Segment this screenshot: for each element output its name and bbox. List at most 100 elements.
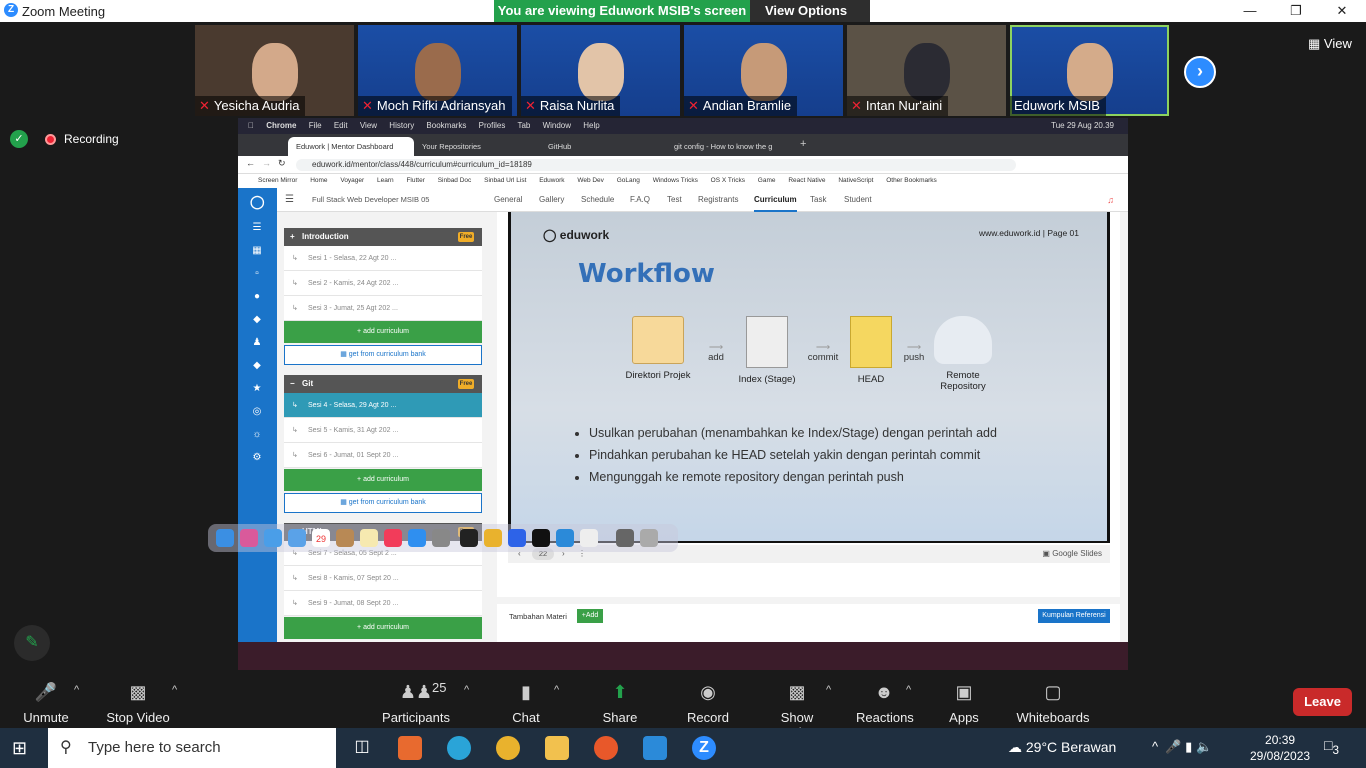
settings-icon[interactable]: ⚙	[250, 452, 264, 464]
zoom-app-icon[interactable]	[508, 529, 526, 547]
menu-schedule[interactable]: Schedule	[581, 188, 614, 212]
calendar-icon[interactable]: 29	[312, 529, 330, 547]
calendar-icon[interactable]: ▦	[250, 245, 264, 257]
participant-tile[interactable]: ✕ Andian Bramlie	[684, 25, 843, 116]
chat-icon[interactable]: ▫	[250, 268, 264, 280]
caret-up-icon[interactable]: ^	[74, 684, 79, 696]
restore-icon[interactable]: ❐	[1273, 0, 1319, 22]
google-slides-link[interactable]: ▣ Google Slides	[1042, 545, 1102, 563]
globe-icon[interactable]: ◎	[250, 406, 264, 418]
browser-tab[interactable]: Your Repositories	[414, 137, 540, 156]
vscode-icon[interactable]	[556, 529, 574, 547]
menu-general[interactable]: General	[494, 188, 522, 212]
zoom-taskbar-icon[interactable]: Z	[692, 736, 716, 760]
bookmark-item[interactable]: Other Bookmarks	[886, 177, 937, 184]
chat-button[interactable]: ▮ Chat	[506, 682, 546, 725]
annotate-pencil-icon[interactable]: ✎	[14, 625, 50, 661]
add-material-button[interactable]: +Add	[577, 609, 603, 623]
bookmark-item[interactable]: Flutter	[406, 177, 424, 184]
menu-test[interactable]: Test	[667, 188, 682, 212]
chrome-icon[interactable]	[496, 736, 520, 760]
users-icon[interactable]: ●	[250, 291, 264, 303]
record-button[interactable]: ◉ Record	[686, 682, 730, 725]
session-item[interactable]: ↳ Sesi 5 - Kamis, 31 Agt 202 ...	[284, 418, 482, 443]
kumpulan-referensi-button[interactable]: Kumpulan Referensi	[1038, 609, 1110, 623]
section-header-git[interactable]: − Git Free	[284, 375, 482, 393]
session-item[interactable]: ↳ Sesi 2 - Kamis, 24 Agt 202 ...	[284, 271, 482, 296]
reload-icon[interactable]: ↻	[278, 158, 286, 169]
stop-video-button[interactable]: ▩ Stop Video	[104, 682, 172, 725]
vscode-icon[interactable]	[643, 736, 667, 760]
caret-up-icon[interactable]: ^	[172, 684, 177, 696]
back-icon[interactable]: ←	[246, 158, 255, 168]
view-options-button[interactable]: View Options ⌄	[750, 0, 870, 40]
menu-gallery[interactable]: Gallery	[539, 188, 564, 212]
bookmark-item[interactable]: React Native	[788, 177, 825, 184]
session-item[interactable]: ↳ Sesi 3 - Jumat, 25 Agt 202 ...	[284, 296, 482, 321]
bookmark-item[interactable]: Eduwork	[539, 177, 564, 184]
minimize-icon[interactable]: —	[1227, 0, 1273, 22]
bookmark-item[interactable]: GoLang	[617, 177, 640, 184]
list-icon[interactable]: ☰	[250, 222, 264, 234]
add-curriculum-button[interactable]: + add curriculum	[284, 321, 482, 343]
weather-widget[interactable]: ☁ 29°C Berawan	[1008, 739, 1116, 756]
podcast-icon[interactable]	[460, 529, 478, 547]
security-shield-icon[interactable]: ✓	[10, 130, 28, 148]
notification-center-icon[interactable]: □3	[1324, 737, 1339, 757]
textedit-icon[interactable]	[580, 529, 598, 547]
unmute-button[interactable]: 🎤 Unmute	[18, 682, 74, 725]
support-icon[interactable]: ☼	[250, 429, 264, 441]
bookmark-item[interactable]: Home	[310, 177, 327, 184]
address-bar[interactable]: eduwork.id/mentor/class/448/curriculum#c…	[296, 159, 1016, 171]
menu-task[interactable]: Task	[810, 188, 826, 212]
session-item[interactable]: ↳ Sesi 9 - Jumat, 08 Sept 20 ...	[284, 591, 482, 616]
file-explorer-icon[interactable]	[545, 736, 569, 760]
task-view-icon[interactable]: ◫	[350, 736, 374, 760]
apps-button[interactable]: ▣ Apps	[944, 682, 984, 725]
session-item[interactable]: ↳ Sesi 8 - Kamis, 07 Sept 20 ...	[284, 566, 482, 591]
reactions-button[interactable]: ☻ Reactions	[856, 682, 914, 725]
app-orange-icon[interactable]	[398, 736, 422, 760]
session-item[interactable]: ↳ Sesi 1 - Selasa, 22 Agt 20 ...	[284, 246, 482, 271]
participant-tile-active-speaker[interactable]: Eduwork MSIB	[1010, 25, 1169, 116]
bookmark-item[interactable]: NativeScript	[838, 177, 873, 184]
section-header-introduction[interactable]: + Introduction Free	[284, 228, 482, 246]
participant-tile[interactable]: ✕ Moch Rifki Adriansyah	[358, 25, 517, 116]
course-select[interactable]: Full Stack Web Developer MSIB 05	[312, 188, 429, 212]
firefox-icon[interactable]	[594, 736, 618, 760]
leave-button[interactable]: Leave	[1293, 688, 1352, 716]
participant-tile[interactable]: ✕ Intan Nur'aini	[847, 25, 1006, 116]
notification-bell-icon[interactable]: ♫	[1107, 188, 1114, 212]
bookmark-item[interactable]: Game	[758, 177, 776, 184]
music-icon[interactable]	[384, 529, 402, 547]
user-icon[interactable]: ♟	[250, 337, 264, 349]
award-icon[interactable]: ◆	[250, 360, 264, 372]
bookmark-item[interactable]: OS X Tricks	[711, 177, 745, 184]
forward-icon[interactable]: →	[262, 158, 271, 168]
next-page-arrow-icon[interactable]: ›	[1184, 56, 1216, 88]
preview-icon[interactable]	[616, 529, 634, 547]
eduwork-logo-icon[interactable]: ◯	[250, 194, 265, 209]
certificate-icon[interactable]: ◆	[250, 314, 264, 326]
caret-up-icon[interactable]: ^	[464, 684, 469, 696]
participant-tile[interactable]: ✕ Raisa Nurlita	[521, 25, 680, 116]
add-curriculum-button[interactable]: + add curriculum	[284, 617, 482, 639]
system-settings-icon[interactable]	[432, 529, 450, 547]
bookmark-item[interactable]: Voyager	[340, 177, 364, 184]
session-item[interactable]: ↳ Sesi 6 - Jumat, 01 Sept 20 ...	[284, 443, 482, 468]
trash-icon[interactable]	[640, 529, 658, 547]
caret-up-icon[interactable]: ^	[826, 684, 831, 696]
terminal-icon[interactable]	[532, 529, 550, 547]
hamburger-icon[interactable]: ☰	[285, 188, 294, 212]
view-button[interactable]: ▦ View	[1308, 36, 1352, 52]
bookmark-item[interactable]: Learn	[377, 177, 394, 184]
add-curriculum-button[interactable]: + add curriculum	[284, 469, 482, 491]
participant-tile[interactable]: ✕ Yesicha Audria	[195, 25, 354, 116]
browser-tab[interactable]: git config - How to know the g	[666, 137, 792, 156]
caret-up-icon[interactable]: ^	[906, 684, 911, 696]
mail-icon[interactable]	[288, 529, 306, 547]
browser-tab[interactable]: GitHub	[540, 137, 666, 156]
launchpad-icon[interactable]	[240, 529, 258, 547]
menu-registrants[interactable]: Registrants	[698, 188, 738, 212]
notes-icon[interactable]	[360, 529, 378, 547]
